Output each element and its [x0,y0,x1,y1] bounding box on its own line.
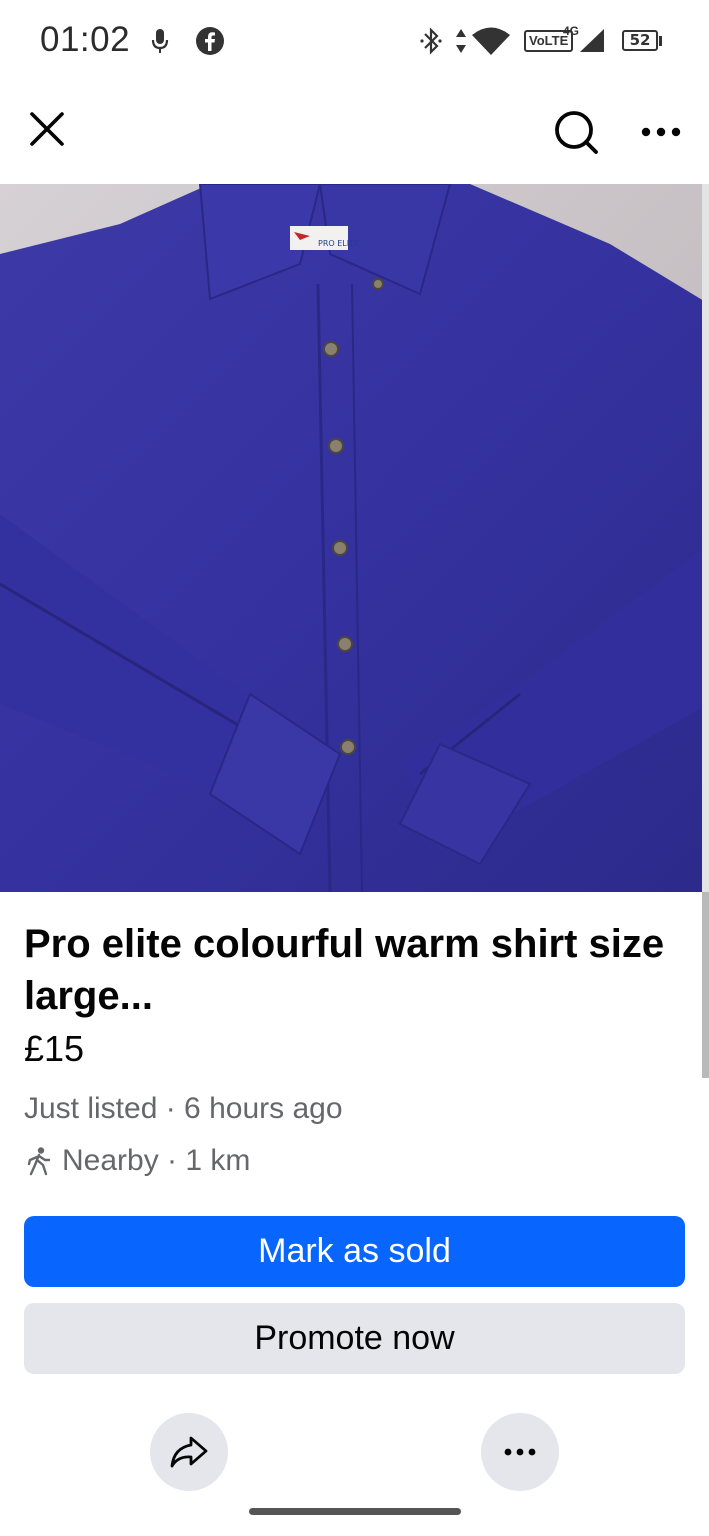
search-icon [555,111,598,154]
home-indicator[interactable] [249,1508,461,1515]
listing-price: £15 [24,1028,85,1069]
more-options-button[interactable] [636,110,686,154]
close-icon [30,112,64,146]
mic-icon [150,27,170,60]
location-text: Nearby · 1 km [62,1144,251,1177]
battery-icon: 52 [622,30,658,51]
facebook-icon [195,26,225,61]
listed-time: Just listed · 6 hours ago [24,1092,343,1125]
listing-location: Nearby · 1 km [24,1144,250,1178]
status-bar: 01:02 VoLTE 4G 52 [0,0,709,82]
promote-now-button[interactable]: Promote now [24,1303,685,1374]
shirt-photo: PRO ELITE [0,184,709,892]
walking-icon [27,1147,51,1176]
listing-photo[interactable]: PRO ELITE [0,184,709,892]
listing-title: Pro elite colourful warm shirt size larg… [24,922,665,1018]
mark-as-sold-button[interactable]: Mark as sold [24,1216,685,1287]
share-icon [170,1436,208,1468]
more-actions-button[interactable] [481,1413,559,1491]
network-gen: 4G [563,24,580,38]
close-button[interactable] [22,104,72,154]
signal-icon [578,27,606,58]
battery-tip [659,36,662,46]
bluetooth-icon [418,26,444,61]
top-nav [0,82,709,184]
share-button[interactable] [150,1413,228,1491]
status-time: 01:02 [40,20,131,59]
svg-text:PRO ELITE: PRO ELITE [318,239,359,248]
search-button[interactable] [548,104,604,160]
more-icon [641,127,681,137]
wifi-icon [470,26,512,61]
more-horizontal-icon [504,1448,536,1456]
data-arrows-icon [454,27,468,60]
scrollbar-thumb[interactable] [702,892,709,1078]
